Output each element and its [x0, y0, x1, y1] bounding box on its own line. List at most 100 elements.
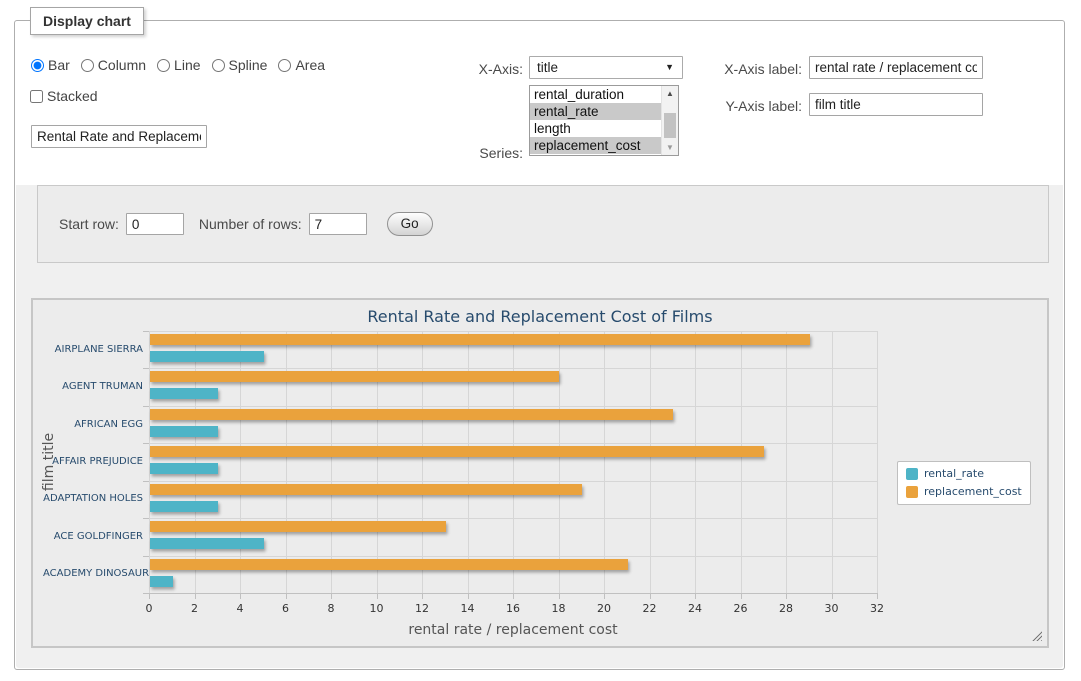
x-axis-select-label: X-Axis: — [433, 61, 523, 77]
bar-replacement_cost-5[interactable] — [150, 521, 446, 532]
x-axis-label-input[interactable] — [809, 56, 983, 79]
display-chart-panel: Display chart BarColumnLineSplineArea St… — [14, 20, 1065, 670]
gridline-x — [832, 331, 833, 593]
legend-swatch-icon — [906, 468, 918, 480]
bar-rental_rate-5[interactable] — [150, 538, 264, 549]
x-tick — [877, 593, 878, 599]
bar-rental_rate-0[interactable] — [150, 351, 264, 362]
chart-type-radio-column[interactable] — [81, 59, 94, 72]
chart-legend: rental_rate replacement_cost — [897, 461, 1031, 505]
num-rows-input[interactable] — [309, 213, 367, 235]
chart-type-radio-bar[interactable] — [31, 59, 44, 72]
y-tick — [143, 556, 149, 557]
gridline-x — [513, 331, 514, 593]
series-option-rental_duration[interactable]: rental_duration — [530, 86, 678, 103]
x-tick-label: 6 — [271, 602, 301, 615]
series-select-label: Series: — [433, 145, 523, 161]
y-tick — [143, 406, 149, 407]
chart-type-radio-group: Bar Column Line Spline Area — [31, 57, 325, 73]
resize-grip-icon[interactable] — [1032, 631, 1042, 641]
x-tick-label: 2 — [180, 602, 210, 615]
series-listbox[interactable]: rental_durationrental_ratelengthreplacem… — [529, 85, 679, 156]
results-section: Start row: Number of rows: Go Rental Rat… — [16, 185, 1063, 668]
series-option-replacement_cost[interactable]: replacement_cost — [530, 137, 678, 154]
legend-item-replacement_cost[interactable]: replacement_cost — [906, 485, 1022, 498]
scrollbar-up-icon[interactable]: ▲ — [662, 86, 678, 101]
x-axis-select[interactable]: title ▼ — [529, 56, 683, 79]
gridline-x — [286, 331, 287, 593]
chart-type-option-bar: Bar — [31, 57, 70, 73]
bar-replacement_cost-1[interactable] — [150, 371, 559, 382]
gridline-x — [650, 331, 651, 593]
bar-replacement_cost-3[interactable] — [150, 446, 764, 457]
chart-type-radio-area[interactable] — [278, 59, 291, 72]
y-axis-label-label: Y-Axis label: — [713, 98, 802, 114]
x-tick-label: 28 — [771, 602, 801, 615]
bar-rental_rate-4[interactable] — [150, 501, 218, 512]
chart-type-radio-line[interactable] — [157, 59, 170, 72]
gridline-x — [559, 331, 560, 593]
num-rows-label: Number of rows: — [199, 216, 302, 232]
bar-rental_rate-6[interactable] — [150, 576, 173, 587]
y-tick — [143, 481, 149, 482]
start-row-input[interactable] — [126, 213, 184, 235]
bar-rental_rate-3[interactable] — [150, 463, 218, 474]
bar-replacement_cost-2[interactable] — [150, 409, 673, 420]
bar-replacement_cost-6[interactable] — [150, 559, 628, 570]
y-tick — [143, 331, 149, 332]
gridline-y — [149, 331, 877, 332]
gridline-y — [149, 443, 877, 444]
bar-replacement_cost-4[interactable] — [150, 484, 582, 495]
series-option-length[interactable]: length — [530, 120, 678, 137]
gridline-x — [422, 331, 423, 593]
y-axis-label-input[interactable] — [809, 93, 983, 116]
start-row-label: Start row: — [59, 216, 119, 232]
chart-title-input[interactable] — [31, 125, 207, 148]
chart-type-option-column: Column — [81, 57, 146, 73]
stacked-checkbox[interactable] — [30, 90, 43, 103]
gridline-x — [741, 331, 742, 593]
bar-rental_rate-1[interactable] — [150, 388, 218, 399]
legend-item-rental_rate[interactable]: rental_rate — [906, 467, 1022, 480]
y-tick — [143, 518, 149, 519]
x-tick-label: 16 — [498, 602, 528, 615]
x-tick-label: 22 — [635, 602, 665, 615]
series-scrollbar[interactable]: ▲ ▼ — [661, 86, 678, 155]
x-tick-label: 24 — [680, 602, 710, 615]
gridline-x — [786, 331, 787, 593]
chart-type-label: Column — [98, 57, 146, 73]
x-tick-label: 12 — [407, 602, 437, 615]
x-tick-label: 26 — [726, 602, 756, 615]
chart: Rental Rate and Replacement Cost of Film… — [31, 298, 1049, 648]
scrollbar-thumb[interactable] — [664, 113, 676, 138]
x-tick-label: 10 — [362, 602, 392, 615]
category-label: AGENT TRUMAN — [43, 381, 143, 392]
category-label: AFRICAN EGG — [43, 419, 143, 430]
bar-replacement_cost-0[interactable] — [150, 334, 810, 345]
gridline-x — [695, 331, 696, 593]
category-label: AIRPLANE SIERRA — [43, 344, 143, 355]
gridline-y — [149, 481, 877, 482]
gridline-y — [149, 406, 877, 407]
gridline-x — [877, 331, 878, 593]
y-axis-title: film title — [41, 433, 57, 491]
x-axis-line — [149, 593, 877, 594]
legend-label: rental_rate — [924, 467, 984, 480]
x-tick-label: 20 — [589, 602, 619, 615]
series-option-rental_rate[interactable]: rental_rate — [530, 103, 678, 120]
go-button[interactable]: Go — [387, 212, 433, 236]
gridline-x — [331, 331, 332, 593]
chart-type-option-line: Line — [157, 57, 200, 73]
x-tick-label: 30 — [817, 602, 847, 615]
gridline-x — [377, 331, 378, 593]
scrollbar-down-icon[interactable]: ▼ — [662, 140, 678, 155]
chart-type-radio-spline[interactable] — [212, 59, 225, 72]
category-label: ADAPTATION HOLES — [43, 493, 143, 504]
gridline-x — [240, 331, 241, 593]
category-label: ACE GOLDFINGER — [43, 531, 143, 542]
chart-type-label: Spline — [229, 57, 268, 73]
x-tick-label: 14 — [453, 602, 483, 615]
chart-type-option-area: Area — [278, 57, 325, 73]
category-label: ACADEMY DINOSAUR — [43, 568, 143, 579]
bar-rental_rate-2[interactable] — [150, 426, 218, 437]
